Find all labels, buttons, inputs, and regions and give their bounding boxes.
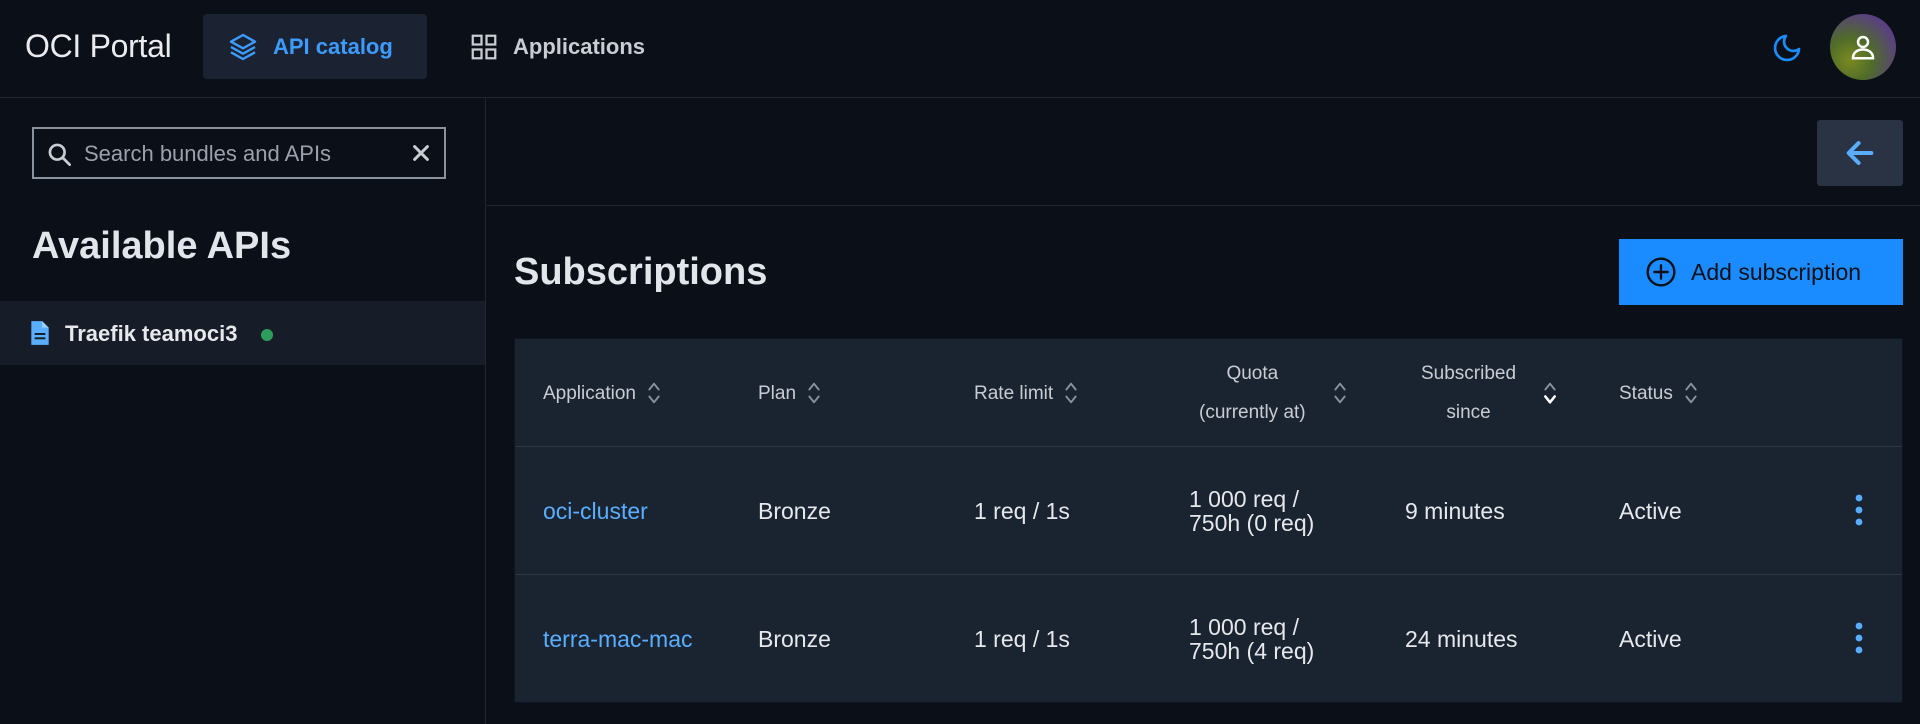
- plus-circle-icon: [1646, 257, 1676, 287]
- more-options-icon[interactable]: [1853, 620, 1865, 656]
- rate-limit-cell: 1 req / 1s: [974, 498, 1070, 524]
- tab-applications[interactable]: Applications: [445, 14, 669, 79]
- sort-icon: [808, 382, 820, 404]
- status-cell: Active: [1619, 626, 1682, 652]
- document-icon: [31, 321, 49, 345]
- plan-cell: Bronze: [758, 498, 831, 524]
- add-subscription-button[interactable]: Add subscription: [1619, 239, 1903, 305]
- add-subscription-label: Add subscription: [1691, 258, 1862, 285]
- sort-icon: [1065, 382, 1077, 404]
- tab-api-catalog-label: API catalog: [273, 33, 393, 59]
- quota-cell: 1 000 req / 750h (0 req): [1189, 486, 1315, 536]
- column-header-plan[interactable]: Plan: [758, 339, 822, 447]
- column-header-status[interactable]: Status: [1619, 339, 1699, 447]
- column-header-since-line2: since: [1446, 402, 1491, 423]
- top-navigation-bar: OCI Portal API catalog Applications: [0, 0, 1920, 98]
- layers-icon: [229, 33, 257, 60]
- sidebar-item-label: Traefik teamoci3: [65, 321, 238, 346]
- sort-icon: [1334, 382, 1346, 404]
- column-header-quota-line2: (currently at): [1199, 402, 1306, 423]
- column-header-subscribed-since[interactable]: Subscribed since: [1421, 339, 1558, 447]
- back-button[interactable]: [1817, 120, 1903, 186]
- table-row: terra-mac-mac Bronze 1 req / 1s 1 000 re…: [515, 575, 1902, 703]
- column-header-quota[interactable]: Quota (currently at): [1199, 339, 1348, 447]
- page-title: Subscriptions: [514, 251, 768, 293]
- plan-cell: Bronze: [758, 626, 831, 652]
- sort-descending-icon: [1544, 382, 1557, 404]
- user-icon: [1851, 35, 1875, 60]
- quota-cell: 1 000 req / 750h (4 req): [1189, 614, 1315, 664]
- rate-limit-cell: 1 req / 1s: [974, 626, 1070, 652]
- brand-title[interactable]: OCI Portal: [25, 28, 172, 65]
- status-cell: Active: [1619, 498, 1682, 524]
- table-row: oci-cluster Bronze 1 req / 1s 1 000 req …: [515, 447, 1902, 575]
- sort-icon: [648, 382, 660, 404]
- column-header-application[interactable]: Application: [543, 339, 662, 447]
- tab-applications-label: Applications: [513, 33, 646, 59]
- subscriptions-table: Application Plan Rate limit Quota (curre…: [514, 338, 1903, 703]
- column-header-rate-limit[interactable]: Rate limit: [974, 339, 1079, 447]
- more-options-icon[interactable]: [1853, 492, 1865, 528]
- sort-icon: [1685, 382, 1697, 404]
- sidebar-item-traefik-teamoci3[interactable]: Traefik teamoci3: [0, 301, 485, 365]
- search-icon: [48, 143, 71, 166]
- subscribed-since-cell: 24 minutes: [1405, 626, 1518, 652]
- close-icon[interactable]: [410, 142, 432, 164]
- moon-icon[interactable]: [1771, 32, 1803, 64]
- main-toolbar: [487, 99, 1920, 206]
- application-link[interactable]: oci-cluster: [543, 498, 648, 525]
- subscribed-since-cell: 9 minutes: [1405, 498, 1505, 524]
- column-header-quota-line1: Quota: [1226, 363, 1279, 384]
- arrow-left-icon: [1846, 141, 1874, 165]
- column-header-since-line1: Subscribed: [1421, 363, 1517, 384]
- avatar[interactable]: [1830, 14, 1896, 80]
- tab-api-catalog[interactable]: API catalog: [203, 14, 427, 79]
- status-indicator: [261, 329, 273, 341]
- grid-icon: [471, 34, 497, 59]
- sidebar: Available APIs Traefik teamoci3: [0, 99, 486, 724]
- search-input[interactable]: [84, 140, 384, 168]
- search-box: [32, 127, 446, 179]
- sidebar-title: Available APIs: [32, 225, 292, 267]
- application-link[interactable]: terra-mac-mac: [543, 626, 693, 653]
- table-header: Application Plan Rate limit Quota (curre…: [515, 339, 1902, 447]
